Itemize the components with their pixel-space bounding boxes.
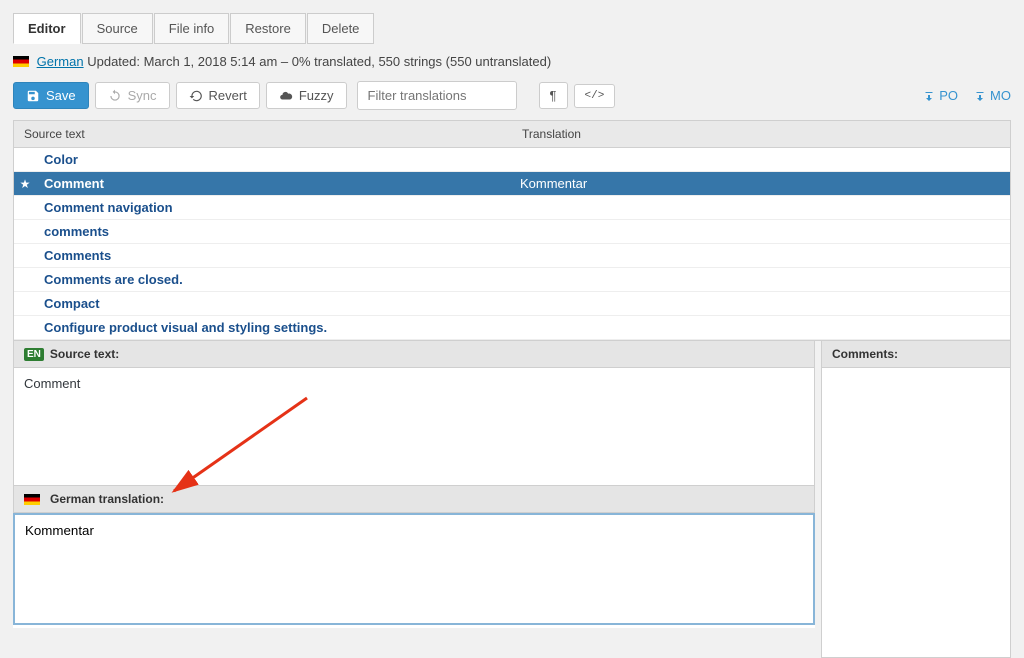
row-translation	[512, 300, 1010, 308]
row-source: Comment	[36, 172, 512, 195]
row-translation: Kommentar	[512, 172, 1010, 195]
row-source: Comments	[36, 244, 512, 267]
source-label: Source text:	[50, 347, 119, 361]
source-text-display: Comment	[13, 368, 815, 486]
row-translation	[512, 228, 1010, 236]
table-row[interactable]: ★CommentKommentar	[14, 172, 1010, 196]
editor-area: EN Source text: Comment German translati…	[13, 341, 1011, 658]
table-row[interactable]: comments	[14, 220, 1010, 244]
translation-input[interactable]	[13, 513, 815, 625]
code-icon: </>	[585, 90, 605, 102]
table-row[interactable]: Comments	[14, 244, 1010, 268]
save-button[interactable]: Save	[13, 82, 89, 109]
sync-button[interactable]: Sync	[95, 82, 170, 109]
mo-label: MO	[990, 88, 1011, 103]
code-button[interactable]: </>	[574, 84, 616, 108]
row-source: Comment navigation	[36, 196, 512, 219]
tab-source[interactable]: Source	[82, 13, 153, 44]
table-row[interactable]: Compact	[14, 292, 1010, 316]
comments-panel[interactable]	[821, 368, 1011, 658]
table-header: Source text Translation	[14, 121, 1010, 148]
tab-delete[interactable]: Delete	[307, 13, 375, 44]
revert-icon	[189, 89, 203, 103]
tab-editor[interactable]: Editor	[13, 13, 81, 44]
info-line: German Updated: March 1, 2018 5:14 am – …	[0, 44, 1024, 77]
row-translation	[512, 252, 1010, 260]
toolbar: Save Sync Revert Fuzzy ¶ </> PO MO	[0, 77, 1024, 120]
save-icon	[26, 89, 40, 103]
fuzzy-button[interactable]: Fuzzy	[266, 82, 347, 109]
translations-table: Source text Translation Color★CommentKom…	[13, 120, 1011, 341]
star-icon[interactable]: ★	[14, 177, 36, 191]
cloud-icon	[279, 89, 293, 103]
download-icon	[974, 90, 986, 102]
comments-panel-head: Comments:	[821, 341, 1011, 368]
tab-restore[interactable]: Restore	[230, 13, 306, 44]
row-source: Configure product visual and styling set…	[36, 316, 512, 339]
save-label: Save	[46, 88, 76, 103]
revert-label: Revert	[209, 88, 247, 103]
filter-input[interactable]	[357, 81, 517, 110]
fuzzy-label: Fuzzy	[299, 88, 334, 103]
download-mo-link[interactable]: MO	[974, 88, 1011, 103]
tabs: Editor Source File info Restore Delete	[0, 0, 1024, 44]
row-translation	[512, 156, 1010, 164]
language-link[interactable]: German	[37, 54, 84, 69]
flag-germany-icon	[13, 56, 29, 67]
row-source: Compact	[36, 292, 512, 315]
col-source[interactable]: Source text	[14, 121, 512, 147]
table-row[interactable]: Comments are closed.	[14, 268, 1010, 292]
flag-germany-icon	[24, 494, 40, 505]
translation-panel-head: German translation:	[13, 486, 815, 513]
source-panel-head: EN Source text:	[13, 341, 815, 368]
download-po-link[interactable]: PO	[923, 88, 958, 103]
row-translation	[512, 204, 1010, 212]
sync-icon	[108, 89, 122, 103]
row-source: comments	[36, 220, 512, 243]
row-translation	[512, 276, 1010, 284]
pilcrow-button[interactable]: ¶	[539, 82, 568, 109]
table-row[interactable]: Configure product visual and styling set…	[14, 316, 1010, 340]
row-source: Comments are closed.	[36, 268, 512, 291]
table-row[interactable]: Color	[14, 148, 1010, 172]
en-badge-icon: EN	[24, 348, 44, 361]
row-source: Color	[36, 148, 512, 171]
download-icon	[923, 90, 935, 102]
po-label: PO	[939, 88, 958, 103]
table-row[interactable]: Comment navigation	[14, 196, 1010, 220]
col-translation[interactable]: Translation	[512, 121, 1010, 147]
pilcrow-icon: ¶	[550, 88, 557, 103]
sync-label: Sync	[128, 88, 157, 103]
row-translation	[512, 324, 1010, 332]
translation-label: German translation:	[50, 492, 164, 506]
revert-button[interactable]: Revert	[176, 82, 260, 109]
status-text: Updated: March 1, 2018 5:14 am – 0% tran…	[87, 54, 551, 69]
tab-fileinfo[interactable]: File info	[154, 13, 230, 44]
